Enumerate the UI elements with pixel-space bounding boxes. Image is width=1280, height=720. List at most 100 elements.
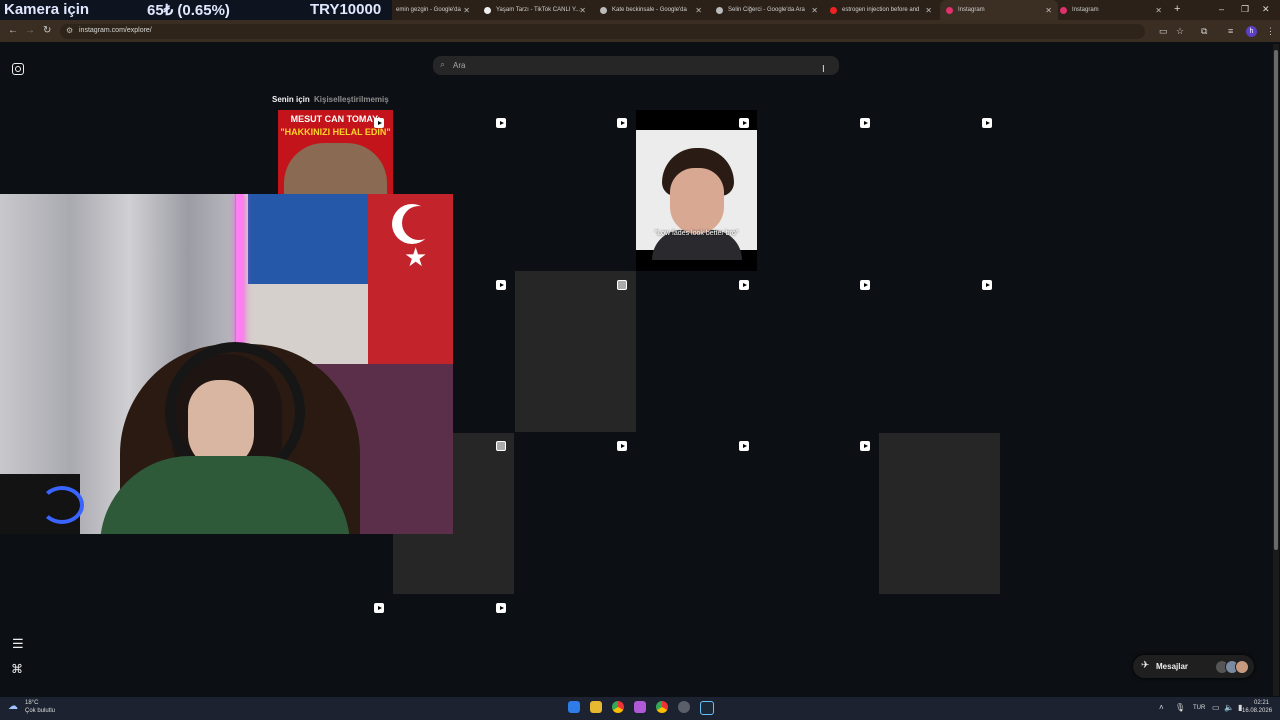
instagram-logo-icon[interactable] [12, 63, 24, 75]
browser-tab[interactable]: Kate beckinsale - Google'da ✕ [600, 0, 708, 20]
close-icon[interactable]: ✕ [811, 6, 818, 15]
explore-post[interactable] [879, 433, 1000, 594]
youtube-icon [830, 6, 837, 14]
google-icon [716, 6, 723, 14]
tab-title: estrogen injection before and [842, 7, 920, 13]
flag-crescent-cut [402, 206, 436, 240]
forward-icon[interactable]: → [25, 25, 35, 36]
file-explorer-icon[interactable] [590, 701, 602, 713]
url-text: instagram.com/explore/ [79, 27, 152, 34]
instagram-favicon-icon [1060, 6, 1067, 14]
browser-tab[interactable]: Instagram ✕ [1060, 0, 1168, 20]
url-bar[interactable]: ⚙ instagram.com/explore/ [60, 24, 1145, 39]
tab-title: emin gezgin - Google'da [396, 7, 461, 13]
send-icon: ✈ [1141, 660, 1150, 671]
site-info-icon[interactable]: ⚙ [66, 26, 73, 35]
volume-icon[interactable]: 🔈 [1224, 703, 1234, 712]
webcam-person-face [188, 380, 254, 468]
weather-description: Çok bulutlu [25, 708, 56, 714]
reel-icon [617, 441, 627, 451]
tab-title: Yaşam Tarzı - TikTok CANLI Y... [496, 7, 581, 13]
tab-search-icon[interactable]: ≡ [1228, 26, 1233, 36]
page-scrollbar[interactable] [1273, 44, 1279, 696]
weather-cloud-icon[interactable]: ☁ [8, 701, 18, 712]
app-icon[interactable] [634, 701, 646, 713]
search-icon: ⌕ [440, 59, 446, 69]
close-icon[interactable]: ✕ [1155, 6, 1162, 15]
messages-button[interactable]: ✈ Mesajlar [1133, 655, 1254, 678]
profile-avatar[interactable]: h [1246, 26, 1257, 37]
browser-tab[interactable]: Selin Ciğerci - Google'da Ara ✕ [716, 0, 824, 20]
browser-tab[interactable]: Yaşam Tarzı - TikTok CANLI Y... ✕ [484, 0, 592, 20]
reel-icon [739, 280, 749, 290]
reload-icon[interactable]: ↻ [43, 25, 51, 36]
post-subheadline: "HAKKINIZI HELAL EDİN" [280, 127, 391, 137]
tray-chevron-icon[interactable]: ˄ [1159, 703, 1164, 712]
back-icon[interactable]: ← [8, 25, 18, 36]
steam-icon[interactable] [700, 701, 714, 715]
reel-icon [496, 118, 506, 128]
extensions-icon[interactable]: ⧉ [1201, 26, 1207, 37]
reel-icon [982, 118, 992, 128]
more-menu-icon[interactable]: ⋮ [1266, 26, 1275, 37]
more-apps-icon[interactable]: ⌘ [11, 662, 23, 676]
webcam-overlay: ★ [0, 194, 453, 534]
person-photo [284, 143, 387, 194]
banner-label: Kamera için [4, 1, 90, 18]
explore-post[interactable] [515, 271, 636, 432]
text-cursor-icon: I [822, 64, 825, 75]
webcam-mic-light [40, 486, 84, 524]
restore-icon[interactable]: ❐ [1241, 4, 1249, 15]
cast-icon[interactable]: ▭ [1159, 26, 1168, 37]
tab-title: Instagram [1072, 7, 1099, 13]
search-input[interactable]: ⌕ Ara [433, 56, 839, 75]
microphone-icon[interactable]: 🎙 [1175, 703, 1185, 712]
tab-title: Selin Ciğerci - Google'da Ara [728, 7, 805, 13]
reel-icon [860, 280, 870, 290]
hamburger-menu-icon[interactable]: ☰ [12, 636, 24, 652]
network-icon[interactable]: ▭ [1212, 703, 1220, 712]
clock-time[interactable]: 02:21 [1254, 700, 1269, 706]
start-windows-icon[interactable] [568, 701, 580, 713]
photo-face [670, 168, 724, 234]
carousel-icon [496, 441, 506, 451]
browser-tab[interactable]: estrogen injection before and ✕ [830, 0, 938, 20]
close-icon[interactable]: ✕ [1045, 6, 1052, 15]
tab-non-personalized[interactable]: Kişiselleştirilmemiş [314, 95, 389, 104]
minimize-icon[interactable]: – [1219, 4, 1224, 14]
tab-title: Instagram [958, 7, 985, 13]
post-caption: "Low fades look better bro" [654, 230, 739, 237]
browser-tab-active[interactable]: Instagram ✕ [940, 0, 1058, 20]
close-icon[interactable]: ✕ [695, 6, 702, 15]
new-tab-button[interactable]: + [1174, 3, 1180, 15]
obs-icon[interactable] [678, 701, 690, 713]
close-icon[interactable]: ✕ [463, 6, 470, 15]
weather-temperature: 18°C [25, 700, 39, 706]
messages-label: Mesajlar [1156, 662, 1189, 671]
webcam-blue-flag [248, 194, 370, 284]
close-icon[interactable]: ✕ [925, 6, 932, 15]
scrollbar-thumb[interactable] [1274, 50, 1278, 550]
close-icon[interactable]: ✕ [579, 6, 586, 15]
reel-icon [739, 441, 749, 451]
clock-date[interactable]: 16.08.2026 [1242, 708, 1272, 714]
stream-donation-banner: Kamera için 65₺ (0.65%) TRY10000 [0, 0, 392, 20]
language-indicator[interactable]: TUR [1193, 705, 1205, 711]
window-close-icon[interactable]: ✕ [1262, 4, 1270, 15]
reel-icon [739, 118, 749, 128]
tiktok-icon [484, 6, 491, 14]
reel-icon [982, 280, 992, 290]
google-icon [600, 6, 607, 14]
chrome-profile-icon[interactable] [656, 701, 668, 713]
tab-for-you[interactable]: Senin için [272, 95, 310, 104]
chrome-icon[interactable] [612, 701, 624, 713]
explore-post[interactable]: "Low fades look better bro" [636, 110, 757, 271]
search-placeholder: Ara [453, 61, 466, 70]
banner-goal: TRY10000 [310, 1, 382, 18]
reel-icon [860, 441, 870, 451]
browser-tab[interactable]: emin gezgin - Google'da ✕ [396, 0, 476, 20]
flag-star-icon: ★ [404, 242, 428, 272]
tab-title: Kate beckinsale - Google'da [612, 7, 687, 13]
reel-icon [374, 603, 384, 613]
bookmark-star-icon[interactable]: ☆ [1176, 26, 1184, 37]
